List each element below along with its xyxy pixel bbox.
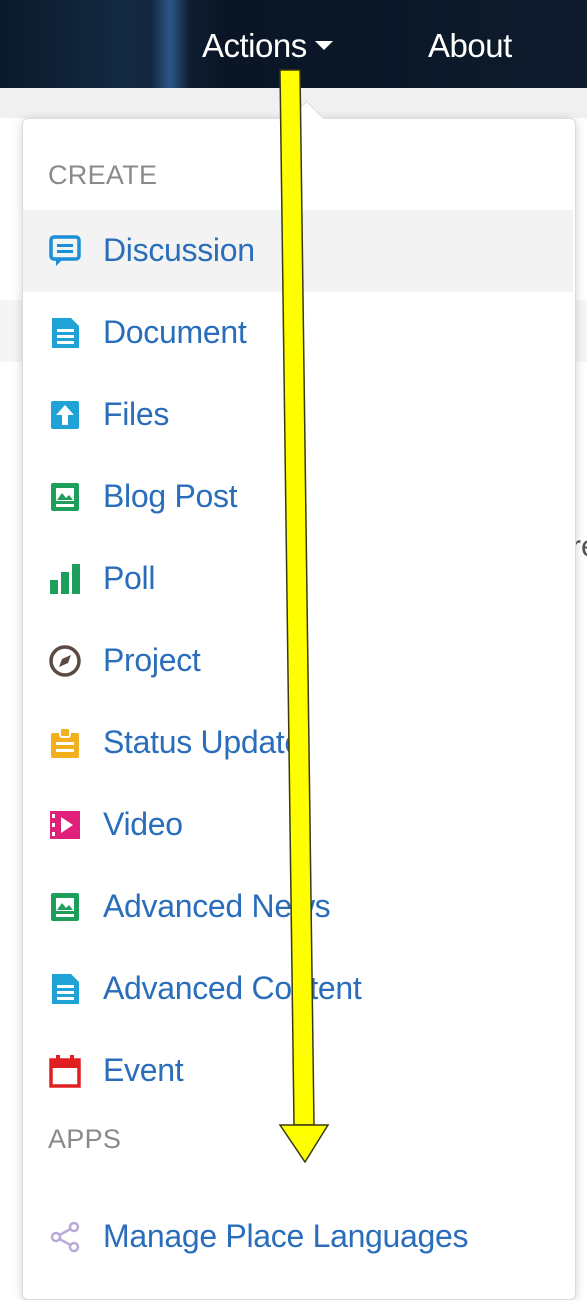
menu-item-label: Blog Post (103, 478, 238, 514)
menu-item-label: Video (103, 806, 183, 842)
menu-item-label: Advanced Content (103, 970, 362, 1006)
menu-item-label: Project (103, 642, 201, 678)
menu-item-project[interactable]: Project (23, 620, 573, 702)
menu-item-poll[interactable]: Poll (23, 538, 573, 620)
menu-item-label: Advanced News (103, 888, 331, 924)
advanced-news-icon (51, 893, 79, 921)
menu-item-advanced-news[interactable]: Advanced News (23, 866, 573, 948)
menu-item-discussion[interactable]: Discussion (23, 210, 573, 292)
menu-item-advanced-content[interactable]: Advanced Content (23, 948, 573, 1030)
discussion-icon (49, 235, 81, 266)
menu-item-label: Status Update (103, 724, 302, 760)
menu-item-label: Poll (103, 560, 156, 596)
menu-item-document[interactable]: Document (23, 292, 573, 374)
menu-item-label: Manage Place Languages (103, 1218, 469, 1254)
project-icon (49, 645, 81, 677)
menu-item-label: Document (103, 314, 247, 350)
actions-menu-button[interactable]: Actions (202, 26, 333, 66)
apps-section-heading: APPS (48, 1124, 122, 1154)
blog-post-icon (51, 483, 79, 511)
menu-item-event[interactable]: Event (23, 1030, 573, 1112)
poll-icon (50, 564, 80, 594)
create-section-heading: CREATE (48, 160, 158, 190)
menu-item-label: Files (103, 396, 170, 432)
menu-item-files[interactable]: Files (23, 374, 573, 456)
file-upload-icon (51, 401, 79, 429)
share-icon (50, 1221, 80, 1253)
event-icon (49, 1055, 81, 1088)
top-navigation-bar: Actions About (0, 0, 587, 88)
video-icon (50, 811, 80, 839)
nav-light-streak (150, 0, 190, 88)
menu-item-manage-place-languages[interactable]: Manage Place Languages (23, 1196, 573, 1278)
menu-item-blog-post[interactable]: Blog Post (23, 456, 573, 538)
status-update-icon (51, 727, 79, 758)
menu-item-label: Event (103, 1052, 184, 1088)
about-label: About (428, 27, 512, 64)
advanced-content-icon (52, 974, 79, 1004)
caret-down-icon (314, 40, 333, 50)
actions-label: Actions (202, 27, 307, 64)
document-icon (52, 318, 79, 348)
about-link[interactable]: About (428, 26, 512, 66)
menu-item-label: Discussion (103, 232, 255, 268)
menu-item-video[interactable]: Video (23, 784, 573, 866)
menu-item-status-update[interactable]: Status Update (23, 702, 573, 784)
